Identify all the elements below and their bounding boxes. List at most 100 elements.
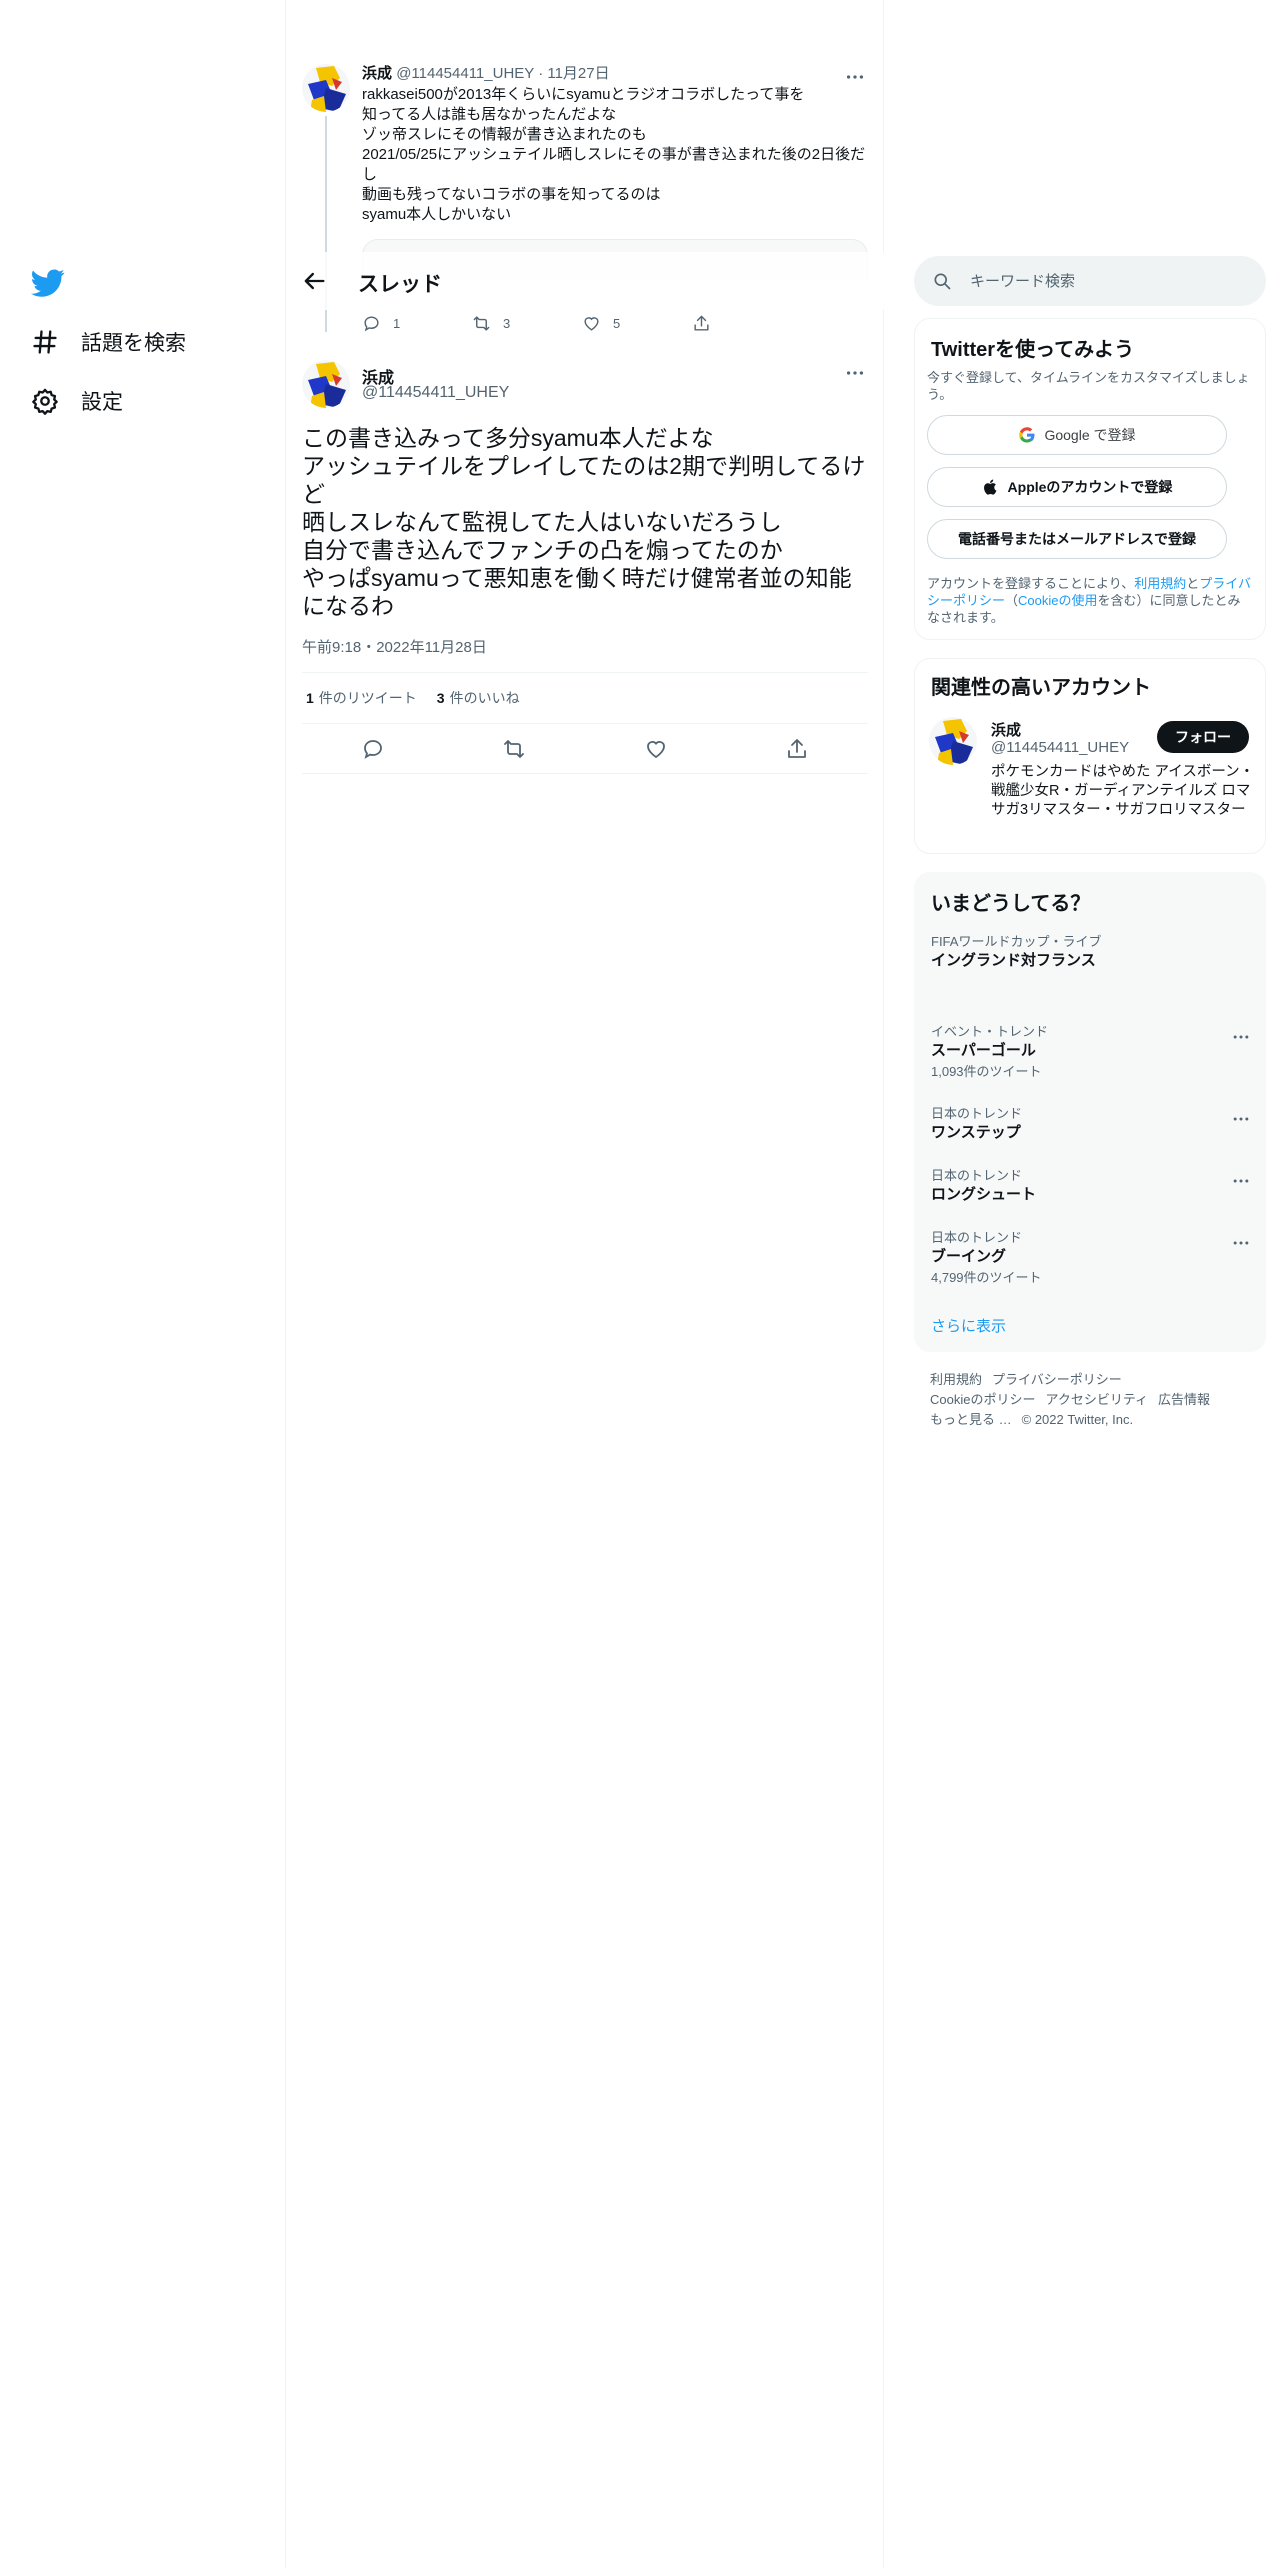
cookie-link[interactable]: Cookieの使用: [1018, 593, 1097, 608]
phone-email-signup-label: 電話番号またはメールアドレスで登録: [958, 531, 1196, 547]
phone-email-signup-button[interactable]: 電話番号またはメールアドレスで登録: [927, 519, 1227, 559]
legal-prefix: アカウントを登録することにより、: [927, 576, 1135, 591]
trend-item[interactable]: 日本のトレンド ブーイング 4,799件のツイート: [931, 1229, 1251, 1287]
trend-context: 日本のトレンド: [931, 1168, 1023, 1183]
tweet-text-line: やっぱsyamuって悪知恵を働く時だけ健常者並の知能になるわ: [302, 565, 852, 619]
signup-title: Twitterを使ってみよう: [931, 339, 1135, 361]
trends-card: いまどうしてる？ FIFAワールドカップ・ライブ イングランド対フランス イベン…: [914, 872, 1266, 1352]
retweets-stat[interactable]: 1 件のリツイート: [306, 688, 417, 708]
more-options-icon[interactable]: [1231, 1027, 1251, 1047]
likes-label: 件のいいね: [449, 690, 520, 706]
user-avatar[interactable]: [302, 64, 350, 112]
terms-link[interactable]: 利用規約: [1134, 576, 1186, 591]
footer-link-privacy[interactable]: プライバシーポリシー: [992, 1372, 1122, 1387]
share-button[interactable]: [692, 314, 802, 333]
reply-text-line: ゾッ帝スレにその情報が書き込まれたのも: [362, 126, 647, 143]
reply-text-line: rakkasei500が2013年くらいにsyamuとラジオコラボしたって事を: [362, 86, 805, 103]
trend-item[interactable]: 日本のトレンド ワンステップ: [931, 1105, 1251, 1143]
tweet-text-line: アッシュテイルをプレイしてたのは2期で判明してるけど: [302, 453, 866, 507]
reply-bubble-icon: [364, 316, 379, 332]
hashtag-icon: [33, 330, 57, 354]
user-avatar[interactable]: [929, 717, 977, 765]
heart-icon: [584, 317, 599, 331]
more-options-icon[interactable]: [1231, 1171, 1251, 1191]
search-icon: [934, 273, 951, 290]
tweet-action-bar: [302, 724, 868, 774]
retweets-count: 1: [306, 690, 314, 706]
trend-context: 日本のトレンド: [931, 1106, 1023, 1121]
more-options-icon[interactable]: [844, 362, 866, 384]
legal-open-paren: （: [1005, 593, 1019, 608]
reply-text: rakkasei500が2013年くらいにsyamuとラジオコラボしたって事を …: [362, 85, 868, 225]
trend-context: FIFAワールドカップ・ライブ: [931, 934, 1102, 949]
more-options-icon[interactable]: [1231, 1233, 1251, 1253]
apple-signup-label: Appleのアカウントで登録: [1007, 479, 1173, 495]
footer-link-accessibility[interactable]: アクセシビリティ: [1045, 1392, 1148, 1407]
trend-item[interactable]: 日本のトレンド ロングシュート: [931, 1167, 1251, 1205]
nav-settings[interactable]: 設定: [31, 386, 123, 416]
footer-link-terms[interactable]: 利用規約: [930, 1372, 982, 1387]
retweet-button[interactable]: 3: [472, 314, 582, 333]
search-box[interactable]: [914, 256, 1266, 306]
thread-header: スレッド: [286, 252, 884, 310]
footer-link-ads[interactable]: 広告情報: [1158, 1392, 1210, 1407]
heart-icon[interactable]: [644, 737, 668, 761]
related-account-bio: ポケモンカードはやめた アイスボーン・戦艦少女R・ガーディアンテイルズ ロマサガ…: [991, 764, 1255, 818]
signup-legal-text: アカウントを登録することにより、利用規約とプライバシーポリシー（Cookieの使…: [927, 575, 1253, 626]
tweet-text-line: 晒しスレなんて監視してた人はいないだろうし: [302, 509, 782, 535]
apple-signup-button[interactable]: Appleのアカウントで登録: [927, 467, 1227, 507]
signup-subtitle: 今すぐ登録して、タイムラインをカスタマイズしましょう。: [927, 370, 1250, 402]
nav-explore[interactable]: 話題を検索: [31, 327, 186, 357]
tweet-author-handle[interactable]: @114454411_UHEY: [362, 384, 509, 402]
trend-name: スーパーゴール: [931, 1042, 1036, 1059]
google-signup-label: Google で登録: [1044, 427, 1136, 443]
search-input[interactable]: [970, 266, 1240, 296]
back-arrow-icon[interactable]: [300, 267, 328, 295]
user-avatar[interactable]: [302, 360, 350, 408]
related-account-handle[interactable]: @114454411_UHEY: [991, 739, 1129, 756]
main-column: 浜成 @114454411_UHEY · 11月27日 rakkasei500が…: [286, 0, 884, 2568]
copyright: © 2022 Twitter, Inc.: [1021, 1412, 1134, 1427]
retweet-count: 3: [503, 316, 511, 331]
related-account-name[interactable]: 浜成: [991, 719, 1021, 740]
trends-title: いまどうしてる？: [931, 893, 1091, 915]
reply-date[interactable]: 11月27日: [547, 65, 609, 82]
twitter-bird-icon[interactable]: [31, 266, 65, 300]
trend-name: ロングシュート: [931, 1186, 1037, 1203]
share-icon[interactable]: [785, 737, 809, 761]
reply-text-line: syamu本人しかいない: [362, 206, 512, 223]
reply-bubble-icon[interactable]: [361, 737, 385, 761]
more-options-icon[interactable]: [844, 66, 866, 88]
trend-item[interactable]: イベント・トレンド スーパーゴール 1,093件のツイート: [931, 1023, 1251, 1081]
reply-text-line: 知ってる人は誰も居なかったんだよな: [362, 106, 617, 123]
footer-link-cookie[interactable]: Cookieのポリシー: [930, 1392, 1035, 1407]
tweet-timestamp[interactable]: 午前9:18・2022年11月28日: [302, 636, 487, 657]
reply-button[interactable]: 1: [362, 314, 472, 333]
reply-author-name[interactable]: 浜成: [362, 65, 392, 82]
reply-action-bar: 1 3 5: [362, 314, 802, 333]
trend-tweet-count: 1,093件のツイート: [931, 1064, 1042, 1079]
trend-context: イベント・トレンド: [931, 1024, 1049, 1039]
retweet-icon[interactable]: [502, 737, 526, 761]
page-title: スレッド: [358, 273, 442, 296]
footer-link-more[interactable]: もっと見る …: [930, 1412, 1012, 1427]
trend-name: イングランド対フランス: [931, 952, 1096, 969]
follow-button[interactable]: フォロー: [1157, 721, 1249, 753]
reply-author-handle[interactable]: @114454411_UHEY: [396, 65, 534, 82]
reply-text-line: 動画も残ってないコラボの事を知ってるのは: [362, 186, 661, 203]
likes-count: 3: [436, 690, 445, 706]
retweets-label: 件のリツイート: [318, 690, 417, 706]
show-more-link[interactable]: さらに表示: [931, 1315, 1006, 1336]
like-button[interactable]: 5: [582, 314, 692, 333]
likes-stat[interactable]: 3 件のいいね: [437, 688, 520, 708]
google-signup-button[interactable]: Google で登録: [927, 415, 1227, 455]
google-logo-icon: [1019, 427, 1035, 443]
more-options-icon[interactable]: [1231, 1109, 1251, 1129]
legal-and: と: [1186, 576, 1200, 591]
reply-text-line: 2021/05/25にアッシュテイル晒しスレにその事が書き込まれた後の2日後だし: [362, 146, 866, 183]
left-navigation: 話題を検索 設定: [0, 0, 286, 2568]
related-title: 関連性の高いアカウント: [931, 677, 1151, 699]
like-count: 5: [613, 316, 621, 331]
related-accounts-card: 関連性の高いアカウント 浜成 @114454411_UHEY フォロー ポケモン…: [914, 658, 1266, 854]
trend-item[interactable]: FIFAワールドカップ・ライブ イングランド対フランス: [931, 933, 1251, 971]
